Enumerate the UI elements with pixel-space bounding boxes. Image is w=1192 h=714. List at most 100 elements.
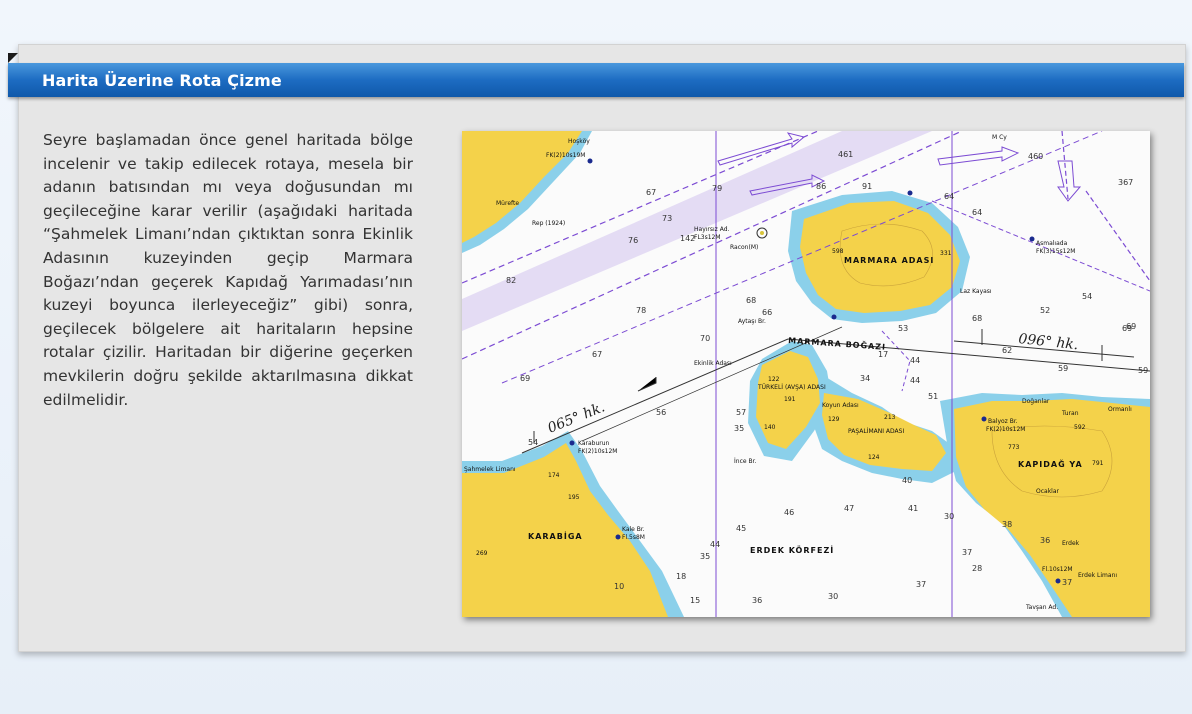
- label-tavsan-ad: Tavşan Ad.: [1025, 604, 1058, 611]
- svg-text:68: 68: [746, 296, 756, 305]
- svg-text:69: 69: [1122, 324, 1132, 333]
- svg-text:76: 76: [628, 236, 638, 245]
- chart-svg: MARMARA ADASI MARMARA BOĞAZI KAPIDAĞ YA …: [462, 131, 1150, 617]
- svg-text:47: 47: [844, 504, 854, 513]
- svg-text:18: 18: [676, 572, 686, 581]
- label-erdek-korfezi: ERDEK KÖRFEZİ: [750, 545, 834, 555]
- light-kale: Fl.5s8M: [622, 534, 645, 541]
- height-kapidag-2: 592: [1074, 424, 1086, 431]
- label-pasalimani: PAŞALİMANI ADASI: [848, 428, 904, 435]
- height-pasa-2: 124: [868, 454, 880, 461]
- light-tavsan: Fl.10s12M: [1042, 566, 1073, 573]
- label-aytasi-br: Aytaşı Br.: [738, 318, 766, 325]
- svg-text:44: 44: [710, 540, 720, 549]
- label-balyoz-br: Balyoz Br.: [988, 418, 1018, 425]
- height-marmara-2: 331: [940, 250, 952, 257]
- label-ocaklar: Ocaklar: [1036, 488, 1060, 495]
- svg-text:82: 82: [506, 276, 516, 285]
- svg-text:37: 37: [1062, 578, 1072, 587]
- svg-text:70: 70: [700, 334, 710, 343]
- svg-text:35: 35: [734, 424, 744, 433]
- svg-text:86: 86: [816, 182, 826, 191]
- body-paragraph: Seyre başlamadan önce genel haritada böl…: [43, 131, 413, 409]
- label-erdek: Erdek: [1062, 540, 1080, 547]
- height-karabiga-3: 269: [476, 550, 488, 557]
- label-racon: Racon(M): [730, 244, 758, 251]
- svg-text:10: 10: [614, 582, 624, 591]
- label-ekinlik: Ekinlik Adası: [694, 360, 732, 367]
- svg-text:30: 30: [828, 592, 838, 601]
- height-kapidag-3: 791: [1092, 460, 1104, 467]
- height-karabiga-1: 174: [548, 472, 560, 479]
- svg-text:44: 44: [910, 356, 920, 365]
- svg-text:68: 68: [972, 314, 982, 323]
- svg-text:30: 30: [944, 512, 954, 521]
- svg-text:66: 66: [762, 308, 772, 317]
- svg-text:53: 53: [898, 324, 908, 333]
- label-mcy: M Cy: [992, 134, 1007, 141]
- svg-text:59: 59: [1058, 364, 1068, 373]
- corner-marker: [8, 53, 18, 63]
- page-title: Harita Üzerine Rota Çizme: [42, 71, 282, 90]
- label-kapidag: KAPIDAĞ YA: [1018, 458, 1083, 469]
- label-laz-kayasi: Laz Kayası: [960, 288, 992, 295]
- label-kale-br: Kale Br.: [622, 526, 645, 533]
- svg-text:38: 38: [1002, 520, 1012, 529]
- svg-text:51: 51: [928, 392, 938, 401]
- light-karaburun: FK(2)10s12M: [578, 448, 617, 455]
- svg-text:28: 28: [972, 564, 982, 573]
- height-kapidag-1: 773: [1008, 444, 1020, 451]
- label-karabiga: KARABİGA: [528, 531, 583, 541]
- light-asmali: FK(3)15s12M: [1036, 248, 1075, 255]
- height-pasa-1: 213: [884, 414, 896, 421]
- svg-text:15: 15: [690, 596, 700, 605]
- svg-text:62: 62: [1002, 346, 1012, 355]
- light-balyoz: FK(2)10s12M: [986, 426, 1025, 433]
- label-karaburun: Karaburun: [578, 440, 610, 447]
- height-marmara: 598: [832, 248, 844, 255]
- height-turkeli-3: 140: [764, 424, 776, 431]
- svg-text:36: 36: [752, 596, 762, 605]
- svg-text:37: 37: [916, 580, 926, 589]
- light-hayirsiz: FL3s12M: [694, 234, 721, 241]
- label-marmara-adasi: MARMARA ADASI: [844, 256, 934, 265]
- label-ormanli: Ormanlı: [1108, 406, 1132, 413]
- height-turkeli-2: 191: [784, 396, 796, 403]
- light-hoskoy: FK(2)10s19M: [546, 152, 585, 159]
- svg-text:79: 79: [712, 184, 722, 193]
- svg-text:45: 45: [736, 524, 746, 533]
- svg-text:59: 59: [1138, 366, 1148, 375]
- label-murefte: Mürefte: [496, 200, 519, 207]
- svg-text:73: 73: [662, 214, 672, 223]
- svg-text:57: 57: [736, 408, 746, 417]
- svg-text:69: 69: [520, 374, 530, 383]
- svg-text:17: 17: [878, 350, 888, 359]
- svg-text:56: 56: [656, 408, 666, 417]
- svg-text:37: 37: [962, 548, 972, 557]
- svg-text:36: 36: [1040, 536, 1050, 545]
- height-karabiga-2: 195: [568, 494, 580, 501]
- svg-text:367: 367: [1118, 178, 1133, 187]
- label-doganlar: Doğanlar: [1022, 398, 1050, 405]
- svg-text:64: 64: [944, 192, 954, 201]
- label-turan: Turan: [1061, 410, 1079, 417]
- label-hoskoy: Hoşköy: [568, 138, 590, 145]
- label-ince-br: İnce Br.: [734, 458, 757, 465]
- svg-text:461: 461: [838, 150, 853, 159]
- label-rep: Rep (1924): [532, 220, 565, 227]
- height-turkeli-1: 122: [768, 376, 780, 383]
- label-asmalıada: Asmalıada: [1036, 240, 1068, 247]
- label-turkeli: TÜRKELİ (AVŞA) ADASI: [757, 384, 826, 391]
- svg-text:64: 64: [972, 208, 982, 217]
- svg-text:460: 460: [1028, 152, 1043, 161]
- svg-text:91: 91: [862, 182, 872, 191]
- svg-text:41: 41: [908, 504, 918, 513]
- svg-text:67: 67: [592, 350, 602, 359]
- section-header: Harita Üzerine Rota Çizme: [8, 63, 1184, 97]
- label-koyun: Koyun Adası: [822, 402, 859, 409]
- svg-text:40: 40: [902, 476, 912, 485]
- label-erdek-limani: Erdek Limanı: [1078, 572, 1117, 579]
- svg-text:44: 44: [910, 376, 920, 385]
- label-sahmelek: Şahmelek Limanı: [464, 466, 516, 473]
- svg-text:67: 67: [646, 188, 656, 197]
